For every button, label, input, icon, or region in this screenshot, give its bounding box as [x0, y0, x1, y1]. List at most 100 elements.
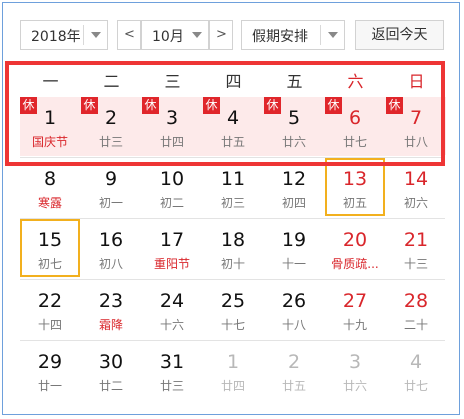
year-select[interactable]: 2018年	[20, 20, 108, 50]
day-cell[interactable]: 22 十四	[20, 280, 80, 338]
day-cell[interactable]: 10 初二	[142, 158, 202, 216]
day-cell[interactable]: 25 十七	[203, 280, 263, 338]
day-cell[interactable]: 13 初五	[325, 158, 385, 216]
day-number: 31	[159, 351, 185, 373]
month-select-label: 10月	[152, 29, 184, 45]
day-cell[interactable]: 30 廿二	[81, 341, 141, 399]
lunar-date-label: 寒露	[37, 196, 62, 210]
day-cell[interactable]: 20 骨质疏...	[325, 219, 385, 277]
lunar-date-label: 十三	[403, 257, 428, 271]
lunar-date-label: 初六	[403, 196, 428, 210]
lunar-date-label: 十九	[342, 318, 367, 332]
day-number: 28	[403, 290, 429, 312]
lunar-date-label: 二十	[403, 318, 428, 332]
day-cell[interactable]: 12 初四	[264, 158, 324, 216]
day-cell[interactable]: 3 廿六	[325, 341, 385, 399]
lunar-date-label: 初七	[37, 257, 62, 271]
day-cell[interactable]: 27 十九	[325, 280, 385, 338]
lunar-date-label: 初十	[220, 257, 245, 271]
prev-month-button[interactable]: <	[117, 20, 141, 50]
lunar-date-label: 骨质疏...	[331, 257, 379, 271]
day-cell[interactable]: 18 初十	[203, 219, 263, 277]
day-number: 24	[159, 290, 185, 312]
day-cell[interactable]: 26 十八	[264, 280, 324, 338]
day-cell[interactable]: 15 初七	[20, 219, 80, 277]
chevron-down-icon	[328, 32, 338, 38]
lunar-date-label: 廿四	[220, 379, 245, 393]
day-number: 26	[281, 290, 307, 312]
chevron-left-icon: <	[124, 27, 135, 42]
lunar-date-label: 廿五	[281, 379, 306, 393]
month-select[interactable]: 10月	[141, 20, 209, 50]
chevron-down-icon	[91, 32, 101, 38]
day-number: 18	[220, 229, 246, 251]
lunar-date-label: 廿七	[403, 379, 428, 393]
holiday-select-label: 假期安排	[252, 29, 308, 45]
divider	[320, 25, 321, 45]
lunar-date-label: 廿三	[159, 379, 184, 393]
day-cell[interactable]: 2 廿五	[264, 341, 324, 399]
day-number: 23	[98, 290, 124, 312]
holiday-select[interactable]: 假期安排	[241, 20, 345, 50]
day-number: 30	[98, 351, 124, 373]
lunar-date-label: 初一	[98, 196, 123, 210]
day-cell[interactable]: 9 初一	[81, 158, 141, 216]
lunar-date-label: 霜降	[98, 318, 123, 332]
lunar-date-label: 初二	[159, 196, 184, 210]
lunar-date-label: 重阳节	[153, 257, 190, 271]
day-cell[interactable]: 24 十六	[142, 280, 202, 338]
day-number: 15	[37, 229, 63, 251]
day-number: 22	[37, 290, 63, 312]
lunar-date-label: 初八	[98, 257, 123, 271]
day-cell[interactable]: 21 十三	[386, 219, 446, 277]
chevron-right-icon: >	[216, 27, 227, 42]
day-number: 11	[220, 168, 246, 190]
day-cell[interactable]: 28 二十	[386, 280, 446, 338]
divider	[83, 25, 84, 45]
lunar-date-label: 十六	[159, 318, 184, 332]
holiday-highlight-box	[5, 61, 445, 166]
day-cell[interactable]: 4 廿七	[386, 341, 446, 399]
day-number: 27	[342, 290, 368, 312]
day-number: 8	[43, 168, 57, 190]
day-number: 9	[104, 168, 118, 190]
day-number: 25	[220, 290, 246, 312]
day-cell[interactable]: 11 初三	[203, 158, 263, 216]
day-cell[interactable]: 14 初六	[386, 158, 446, 216]
lunar-date-label: 初五	[342, 196, 367, 210]
lunar-date-label: 廿二	[98, 379, 123, 393]
day-number: 20	[342, 229, 368, 251]
day-cell[interactable]: 1 廿四	[203, 341, 263, 399]
lunar-date-label: 初四	[281, 196, 306, 210]
day-number: 13	[342, 168, 368, 190]
lunar-date-label: 十七	[220, 318, 245, 332]
day-cell[interactable]: 17 重阳节	[142, 219, 202, 277]
day-cell[interactable]: 29 廿一	[20, 341, 80, 399]
lunar-date-label: 十一	[281, 257, 306, 271]
day-number: 17	[159, 229, 185, 251]
day-cell[interactable]: 8 寒露	[20, 158, 80, 216]
day-cell[interactable]: 23 霜降	[81, 280, 141, 338]
day-cell[interactable]: 19 十一	[264, 219, 324, 277]
day-number: 29	[37, 351, 63, 373]
day-number: 19	[281, 229, 307, 251]
lunar-date-label: 十八	[281, 318, 306, 332]
day-number: 16	[98, 229, 124, 251]
day-number: 4	[409, 351, 423, 373]
lunar-date-label: 初三	[220, 196, 245, 210]
next-month-button[interactable]: >	[209, 20, 233, 50]
day-number: 14	[403, 168, 429, 190]
day-number: 3	[348, 351, 362, 373]
lunar-date-label: 十四	[37, 318, 62, 332]
back-to-today-button[interactable]: 返回今天	[355, 20, 444, 50]
lunar-date-label: 廿六	[342, 379, 367, 393]
lunar-date-label: 廿一	[37, 379, 62, 393]
day-number: 1	[226, 351, 240, 373]
day-number: 10	[159, 168, 185, 190]
year-select-label: 2018年	[31, 29, 81, 45]
day-number: 2	[287, 351, 301, 373]
day-number: 21	[403, 229, 429, 251]
day-cell[interactable]: 31 廿三	[142, 341, 202, 399]
chevron-down-icon	[192, 32, 202, 38]
day-cell[interactable]: 16 初八	[81, 219, 141, 277]
